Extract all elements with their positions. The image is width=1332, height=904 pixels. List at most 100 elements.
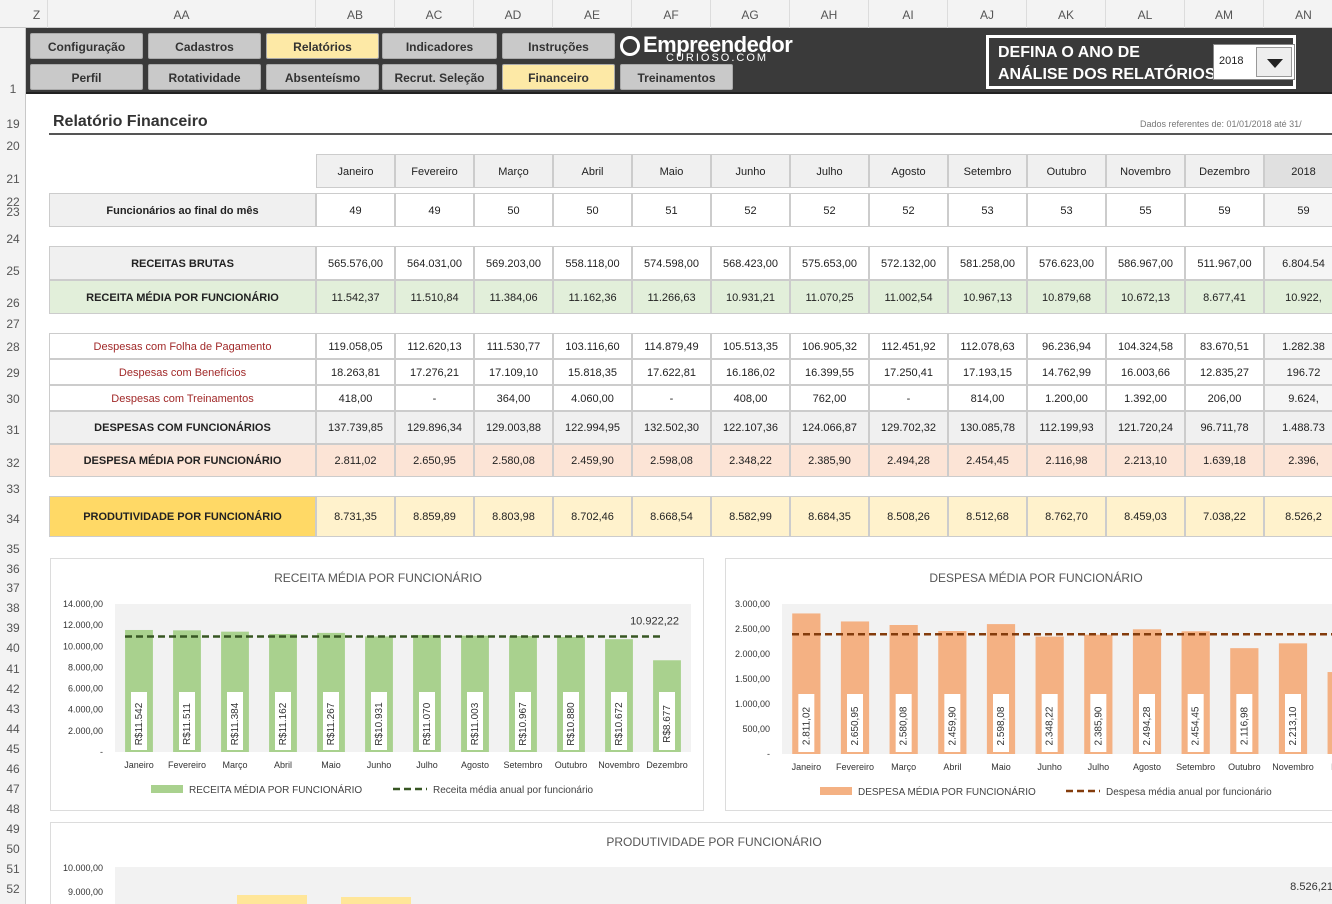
- table-cell[interactable]: 2.459,90: [553, 444, 632, 477]
- table-cell[interactable]: 14.762,99: [1027, 359, 1106, 385]
- menu-treinamentos-button[interactable]: Treinamentos: [620, 64, 733, 90]
- row-header[interactable]: 37: [0, 581, 26, 595]
- row-header[interactable]: 39: [0, 621, 26, 635]
- month-header[interactable]: Novembro: [1106, 154, 1185, 188]
- table-cell[interactable]: 2.811,02: [316, 444, 395, 477]
- table-cell[interactable]: 119.058,05: [316, 333, 395, 359]
- menu-rotatividade-button[interactable]: Rotatividade: [148, 64, 261, 90]
- table-cell[interactable]: 2.396,: [1264, 444, 1332, 477]
- row-header[interactable]: 19: [0, 117, 26, 131]
- table-cell[interactable]: 59: [1264, 193, 1332, 227]
- table-cell[interactable]: 112.620,13: [395, 333, 474, 359]
- row-header[interactable]: 33: [0, 482, 26, 496]
- column-header[interactable]: AH: [790, 0, 869, 28]
- table-cell[interactable]: 6.804.54: [1264, 246, 1332, 280]
- table-cell[interactable]: 364,00: [474, 385, 553, 411]
- row-header[interactable]: 47: [0, 782, 26, 796]
- table-cell[interactable]: 574.598,00: [632, 246, 711, 280]
- table-cell[interactable]: 196.72: [1264, 359, 1332, 385]
- table-cell[interactable]: 50: [553, 193, 632, 227]
- column-header[interactable]: AN: [1264, 0, 1332, 28]
- table-cell[interactable]: 8.582,99: [711, 496, 790, 537]
- table-cell[interactable]: 2.348,22: [711, 444, 790, 477]
- table-cell[interactable]: 8.702,46: [553, 496, 632, 537]
- row-header[interactable]: 51: [0, 862, 26, 876]
- row-label[interactable]: RECEITAS BRUTAS: [49, 246, 316, 280]
- table-cell[interactable]: 8.859,89: [395, 496, 474, 537]
- row-header[interactable]: 24: [0, 232, 26, 246]
- row-header[interactable]: 30: [0, 392, 26, 406]
- table-cell[interactable]: 96.236,94: [1027, 333, 1106, 359]
- table-cell[interactable]: 10.967,13: [948, 280, 1027, 314]
- table-cell[interactable]: 8.526,2: [1264, 496, 1332, 537]
- table-cell[interactable]: 586.967,00: [1106, 246, 1185, 280]
- table-cell[interactable]: 132.502,30: [632, 411, 711, 444]
- menu-perfil-button[interactable]: Perfil: [30, 64, 143, 90]
- table-cell[interactable]: 114.879,49: [632, 333, 711, 359]
- table-cell[interactable]: 558.118,00: [553, 246, 632, 280]
- table-cell[interactable]: 206,00: [1185, 385, 1264, 411]
- table-cell[interactable]: 2.494,28: [869, 444, 948, 477]
- table-cell[interactable]: 11.002,54: [869, 280, 948, 314]
- row-header[interactable]: 32: [0, 456, 26, 470]
- table-cell[interactable]: 17.622,81: [632, 359, 711, 385]
- row-header[interactable]: 34: [0, 512, 26, 526]
- table-cell[interactable]: 8.508,26: [869, 496, 948, 537]
- column-header[interactable]: AL: [1106, 0, 1185, 28]
- table-cell[interactable]: 49: [395, 193, 474, 227]
- table-cell[interactable]: 55: [1106, 193, 1185, 227]
- table-cell[interactable]: 121.720,24: [1106, 411, 1185, 444]
- table-cell[interactable]: 2.116,98: [1027, 444, 1106, 477]
- table-cell[interactable]: 137.739,85: [316, 411, 395, 444]
- table-cell[interactable]: 18.263,81: [316, 359, 395, 385]
- row-header[interactable]: 44: [0, 722, 26, 736]
- month-header[interactable]: Setembro: [948, 154, 1027, 188]
- table-cell[interactable]: 112.451,92: [869, 333, 948, 359]
- table-cell[interactable]: 112.199,93: [1027, 411, 1106, 444]
- row-header[interactable]: 25: [0, 264, 26, 278]
- table-cell[interactable]: 12.835,27: [1185, 359, 1264, 385]
- row-label[interactable]: DESPESAS COM FUNCIONÁRIOS: [49, 411, 316, 444]
- row-label[interactable]: Despesas com Folha de Pagamento: [49, 333, 316, 359]
- menu-absenteismo-button[interactable]: Absenteísmo: [266, 64, 379, 90]
- row-header[interactable]: 21: [0, 172, 26, 186]
- table-cell[interactable]: 103.116,60: [553, 333, 632, 359]
- table-cell[interactable]: 11.162,36: [553, 280, 632, 314]
- menu-indicadores-button[interactable]: Indicadores: [382, 33, 497, 59]
- row-header[interactable]: 1: [0, 82, 26, 96]
- table-cell[interactable]: 130.085,78: [948, 411, 1027, 444]
- table-cell[interactable]: 11.266,63: [632, 280, 711, 314]
- table-cell[interactable]: 1.488.73: [1264, 411, 1332, 444]
- month-header[interactable]: Agosto: [869, 154, 948, 188]
- column-header[interactable]: AK: [1027, 0, 1106, 28]
- column-header[interactable]: AA: [48, 0, 316, 28]
- row-header[interactable]: 27: [0, 317, 26, 331]
- table-cell[interactable]: 564.031,00: [395, 246, 474, 280]
- row-header[interactable]: 20: [0, 139, 26, 153]
- table-cell[interactable]: 11.510,84: [395, 280, 474, 314]
- table-cell[interactable]: 96.711,78: [1185, 411, 1264, 444]
- table-cell[interactable]: 122.107,36: [711, 411, 790, 444]
- table-cell[interactable]: 11.542,37: [316, 280, 395, 314]
- row-header[interactable]: 49: [0, 822, 26, 836]
- table-cell[interactable]: -: [395, 385, 474, 411]
- table-cell[interactable]: 1.639,18: [1185, 444, 1264, 477]
- table-cell[interactable]: 8.731,35: [316, 496, 395, 537]
- row-header[interactable]: 36: [0, 562, 26, 576]
- table-cell[interactable]: 52: [869, 193, 948, 227]
- table-cell[interactable]: 10.672,13: [1106, 280, 1185, 314]
- table-cell[interactable]: 10.879,68: [1027, 280, 1106, 314]
- table-cell[interactable]: 111.530,77: [474, 333, 553, 359]
- month-header[interactable]: Março: [474, 154, 553, 188]
- column-header[interactable]: AG: [711, 0, 790, 28]
- table-cell[interactable]: 11.384,06: [474, 280, 553, 314]
- table-cell[interactable]: 129.003,88: [474, 411, 553, 444]
- table-cell[interactable]: 4.060,00: [553, 385, 632, 411]
- menu-cadastros-button[interactable]: Cadastros: [148, 33, 261, 59]
- table-cell[interactable]: 8.677,41: [1185, 280, 1264, 314]
- month-header[interactable]: Janeiro: [316, 154, 395, 188]
- table-cell[interactable]: 122.994,95: [553, 411, 632, 444]
- column-header[interactable]: Z: [26, 0, 48, 28]
- table-cell[interactable]: 2.454,45: [948, 444, 1027, 477]
- row-header[interactable]: 50: [0, 842, 26, 856]
